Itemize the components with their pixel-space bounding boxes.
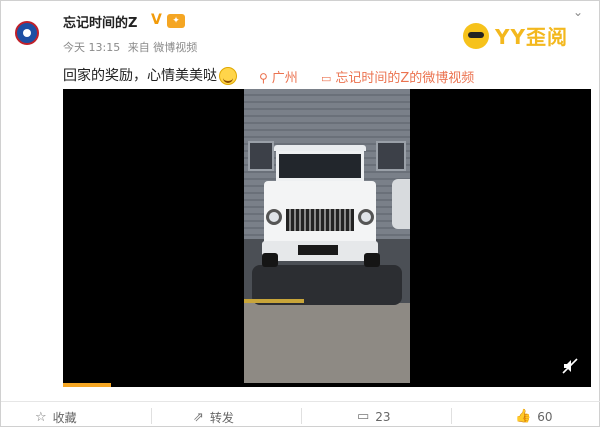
repost-button[interactable]: ⇗ 转发: [193, 409, 234, 426]
suv-headlight-right: [358, 209, 374, 225]
repost-icon: ⇗: [193, 410, 204, 425]
weibo-post-card: 忘记时间的Z V ✦ 今天 13:15 来自 微博视频 YY歪阅 ⌄ 回家的奖励…: [0, 0, 600, 427]
watermark-text: YY歪阅: [495, 25, 568, 49]
suv-headlight-left: [266, 209, 282, 225]
suv-windshield: [276, 151, 364, 181]
post-time: 今天 13:15: [63, 41, 121, 54]
action-bar: ☆ 收藏 ⇗ 转发 ▭ 23 👍 60: [1, 401, 600, 427]
post-source[interactable]: 来自 微博视频: [128, 41, 198, 54]
favorite-button[interactable]: ☆ 收藏: [35, 409, 77, 426]
sunlit-pavement: [244, 303, 410, 387]
watermark-mascot-icon: [463, 22, 489, 49]
parking-line: [244, 299, 304, 303]
suv-wheel-right: [364, 253, 380, 267]
username[interactable]: 忘记时间的Z: [63, 12, 137, 31]
video-frame: [244, 89, 410, 387]
like-button[interactable]: 👍 60: [515, 409, 552, 424]
avatar[interactable]: [15, 21, 39, 45]
location-link[interactable]: ⚲ 广州: [259, 67, 298, 86]
comment-button[interactable]: ▭ 23: [357, 409, 391, 424]
location-pin-icon: ⚲: [259, 71, 268, 85]
post-body: 回家的奖励，心情美美哒: [63, 68, 217, 84]
video-progress-bar[interactable]: [63, 383, 591, 387]
video-progress-fill: [63, 383, 111, 387]
favorite-label: 收藏: [52, 411, 77, 425]
smile-emoji-icon: [219, 67, 237, 85]
divider: [151, 408, 152, 424]
repost-label: 转发: [209, 411, 234, 425]
comment-count: 23: [375, 409, 391, 424]
divider: [451, 408, 452, 424]
gift-badge-icon: ✦: [167, 14, 185, 28]
post-meta: 今天 13:15 来自 微博视频: [63, 39, 201, 55]
suv-grille: [286, 209, 354, 231]
post-text: 回家的奖励，心情美美哒: [63, 65, 237, 85]
comment-icon: ▭: [357, 409, 370, 424]
suv-plate: [298, 245, 338, 255]
video-source-link[interactable]: ▭ 忘记时间的Z的微博视频: [321, 67, 474, 86]
star-icon: ☆: [35, 410, 47, 425]
video-player[interactable]: [63, 89, 591, 387]
like-count: 60: [537, 409, 553, 424]
location-label: 广州: [271, 71, 298, 86]
divider: [301, 408, 302, 424]
watermark-logo: YY歪阅: [463, 21, 568, 50]
white-suv: [252, 145, 382, 271]
video-icon: ▭: [321, 72, 332, 85]
like-icon: 👍: [515, 409, 532, 424]
mute-icon[interactable]: [561, 357, 579, 375]
video-source-label: 忘记时间的Z的微博视频: [335, 71, 475, 86]
expand-icon[interactable]: ⌄: [573, 5, 583, 19]
adjacent-car: [392, 179, 410, 229]
suv-wheel-left: [262, 253, 278, 267]
verified-badge-icon: V: [151, 12, 162, 28]
